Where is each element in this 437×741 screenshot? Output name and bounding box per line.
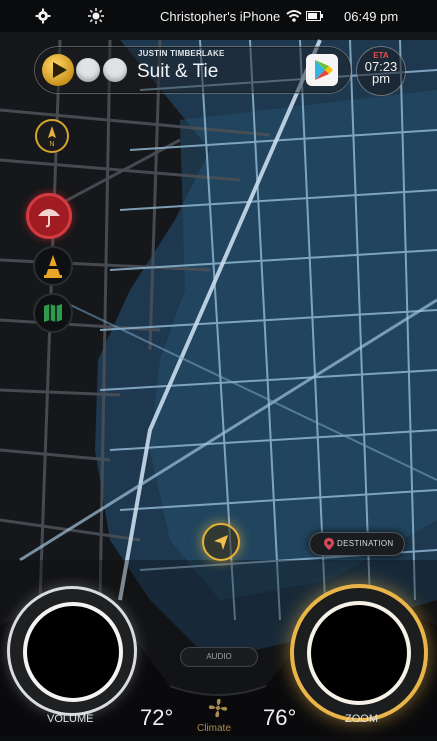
status-bar: Christopher's iPhone 06:49 pm xyxy=(0,0,437,32)
eta-ampm: pm xyxy=(371,71,391,86)
temperature-right[interactable]: 76° xyxy=(263,705,296,731)
compass-icon: N xyxy=(48,126,56,148)
brightness-icon[interactable] xyxy=(86,6,106,26)
zoom-knob-center xyxy=(307,601,411,705)
climate-label: Climate xyxy=(197,723,231,734)
zoom-knob[interactable] xyxy=(290,584,428,722)
destination-button[interactable]: DESTINATION xyxy=(309,532,405,556)
artist-name: JUSTIN TIMBERLAKE xyxy=(138,49,225,58)
location-pin-icon xyxy=(324,538,334,550)
traffic-cone-icon xyxy=(44,255,62,278)
map-icon xyxy=(44,304,62,322)
volume-knob-center xyxy=(23,602,123,702)
compass-button[interactable]: N xyxy=(35,119,69,153)
audio-toggle[interactable]: AUDIO xyxy=(180,647,258,667)
gear-icon[interactable] xyxy=(33,6,53,26)
temperature-left[interactable]: 72° xyxy=(140,705,173,731)
volume-label: VOLUME xyxy=(47,713,94,725)
google-play-button[interactable] xyxy=(306,54,338,86)
eta-widget: ETA 07:23 pm xyxy=(356,46,406,96)
wifi-icon xyxy=(284,6,304,26)
umbrella-icon xyxy=(38,209,60,228)
svg-text:N: N xyxy=(49,141,54,148)
track-control-2[interactable] xyxy=(103,58,127,82)
track-control-1[interactable] xyxy=(76,58,100,82)
google-play-icon xyxy=(315,60,333,80)
play-button[interactable] xyxy=(41,53,75,87)
battery-icon xyxy=(305,6,325,26)
navigation-arrow-icon xyxy=(214,535,228,550)
current-location-marker xyxy=(202,523,240,561)
traffic-button[interactable] xyxy=(33,246,73,286)
zoom-label: ZOOM xyxy=(345,713,378,725)
volume-knob[interactable] xyxy=(7,586,137,716)
device-name: Christopher's iPhone xyxy=(160,9,281,24)
song-title: Suit & Tie xyxy=(137,61,219,82)
audio-label: AUDIO xyxy=(206,652,232,661)
play-icon xyxy=(42,54,74,86)
map-layers-button[interactable] xyxy=(33,293,73,333)
weather-button[interactable] xyxy=(26,193,72,239)
destination-label: DESTINATION xyxy=(337,539,394,548)
fan-icon xyxy=(208,698,228,718)
clock: 06:49 pm xyxy=(344,9,399,24)
